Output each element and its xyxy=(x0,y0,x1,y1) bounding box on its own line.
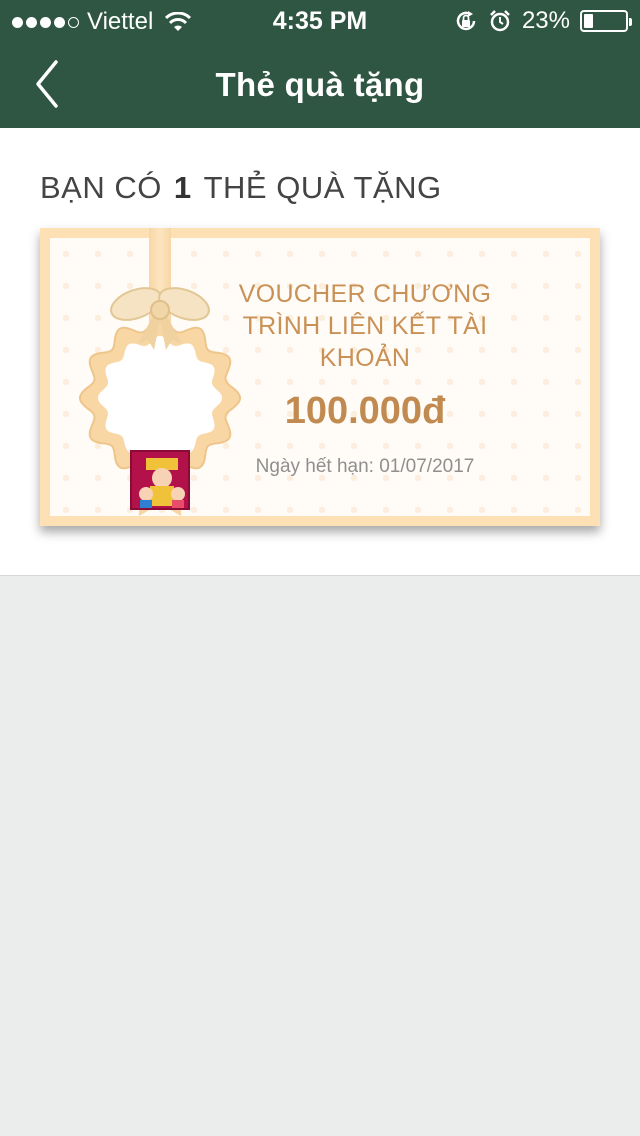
battery-percent: 23% xyxy=(521,7,570,34)
count-number: 1 xyxy=(173,170,192,205)
count-prefix: BẠN CÓ xyxy=(40,170,162,205)
voucher-title: VOUCHER CHƯƠNG TRÌNH LIÊN KẾT TÀI KHOẢN xyxy=(238,280,492,372)
alarm-icon xyxy=(490,10,510,32)
gift-card-section: BẠN CÓ 1 THẺ QUÀ TẶNG VOUCHER CHƯƠNG TRÌ… xyxy=(0,128,640,576)
status-bar: Viettel 4:35 PM 23% xyxy=(0,0,640,40)
voucher-inner: VOUCHER CHƯƠNG TRÌNH LIÊN KẾT TÀI KHOẢN … xyxy=(50,228,590,516)
status-right: 23% xyxy=(454,7,632,35)
empty-area xyxy=(0,577,640,1136)
gift-card-count: BẠN CÓ 1 THẺ QUÀ TẶNG xyxy=(40,170,442,206)
navigation-bar: Thẻ quà tặng xyxy=(0,40,640,128)
page-title: Thẻ quà tặng xyxy=(215,66,425,103)
battery-icon xyxy=(580,10,632,32)
battery-fill xyxy=(584,14,593,28)
voucher-expiry: Ngày hết hạn: 01/07/2017 xyxy=(255,456,475,477)
voucher-image xyxy=(130,450,190,510)
voucher-card[interactable]: VOUCHER CHƯƠNG TRÌNH LIÊN KẾT TÀI KHOẢN … xyxy=(40,228,600,526)
count-suffix: THẺ QUÀ TẶNG xyxy=(203,170,442,205)
voucher-value: 100.000đ xyxy=(284,390,446,432)
mascot-icon xyxy=(132,452,188,508)
orientation-lock-icon xyxy=(456,11,476,31)
